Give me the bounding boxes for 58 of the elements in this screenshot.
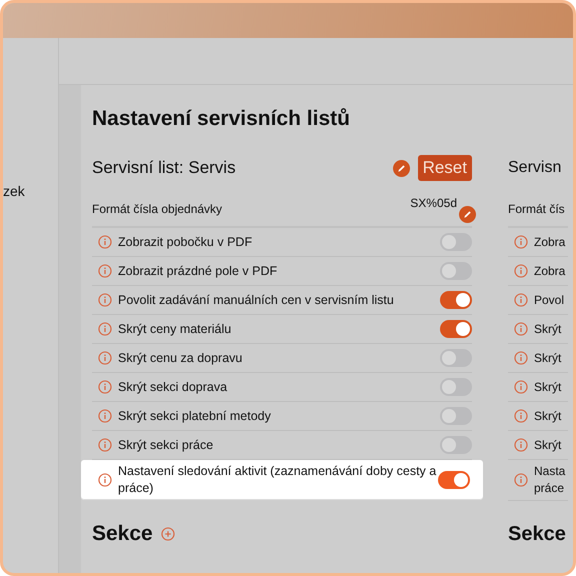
section-heading: Sekce (508, 523, 566, 546)
info-icon[interactable] (98, 380, 112, 394)
reset-button[interactable]: Reset (418, 155, 472, 181)
toggle-switch[interactable] (440, 320, 472, 338)
toggle-switch[interactable] (440, 436, 472, 454)
info-icon[interactable] (514, 380, 528, 394)
info-icon[interactable] (514, 438, 528, 452)
info-icon[interactable] (98, 322, 112, 336)
setting-label: Skrýt sekci platební metody (118, 408, 272, 424)
section-title: Servisní list: Servis (92, 158, 237, 178)
setting-label: Skrýt ceny materiálu (118, 320, 232, 338)
setting-label: Skrýt cenu za dopravu (118, 350, 244, 366)
info-icon[interactable] (514, 293, 528, 307)
info-icon[interactable] (98, 264, 112, 278)
setting-label: Skrýt sekci práce (118, 436, 214, 454)
info-icon[interactable] (98, 293, 112, 307)
setting-label: Zobrazit pobočku v PDF (118, 234, 254, 250)
setting-label: Skrýt (534, 436, 562, 454)
sidebar-item[interactable]: zek (3, 183, 25, 199)
info-icon[interactable] (514, 409, 528, 423)
edit-icon[interactable] (459, 206, 476, 223)
setting-label: Povol (534, 292, 566, 308)
setting-label: Zobrazit prázdné pole v PDF (118, 262, 278, 280)
add-icon[interactable] (160, 527, 175, 541)
info-icon[interactable] (98, 235, 112, 249)
setting-label: Zobra (534, 234, 566, 250)
info-icon[interactable] (98, 351, 112, 365)
setting-label: Zobra (534, 262, 566, 280)
setting-label: Formát čísla objednávky (92, 202, 222, 216)
setting-label: Nasta práce (534, 463, 566, 497)
info-icon[interactable] (98, 473, 112, 487)
toggle-switch[interactable] (440, 349, 472, 367)
info-icon[interactable] (514, 264, 528, 278)
setting-label: Formát čís (508, 202, 565, 216)
section-heading: Sekce (92, 522, 153, 546)
setting-label: Povolit zadávání manuálních cen v servisním listu (118, 292, 395, 308)
info-icon[interactable] (514, 322, 528, 336)
setting-label: Nastavení sledování aktivit (zaznamenávání doby cesty a práce) (118, 463, 438, 497)
section-title: Servisn (508, 159, 562, 177)
setting-label: Skrýt sekci doprava (118, 378, 228, 396)
info-icon[interactable] (98, 409, 112, 423)
edit-icon[interactable] (392, 160, 410, 176)
toggle-switch[interactable] (440, 233, 472, 251)
setting-label: Skrýt (534, 320, 562, 338)
toggle-switch[interactable] (440, 262, 472, 280)
setting-label: Skrýt (534, 350, 562, 366)
info-icon[interactable] (514, 235, 528, 249)
toggle-switch[interactable] (440, 291, 472, 309)
toggle-switch[interactable] (438, 471, 470, 489)
toggle-switch[interactable] (440, 378, 472, 396)
setting-label: Skrýt (534, 408, 562, 424)
setting-label: Skrýt (534, 378, 562, 396)
info-icon[interactable] (514, 473, 528, 487)
info-icon[interactable] (514, 351, 528, 365)
format-value: SX%05d (410, 196, 457, 210)
page-title: Nastavení servisních listů (92, 106, 351, 132)
info-icon[interactable] (98, 438, 112, 452)
toggle-switch[interactable] (440, 407, 472, 425)
